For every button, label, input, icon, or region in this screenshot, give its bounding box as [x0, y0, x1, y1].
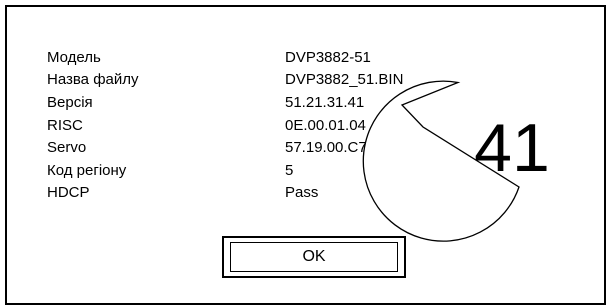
zoom-callout-value: 41: [474, 110, 550, 186]
